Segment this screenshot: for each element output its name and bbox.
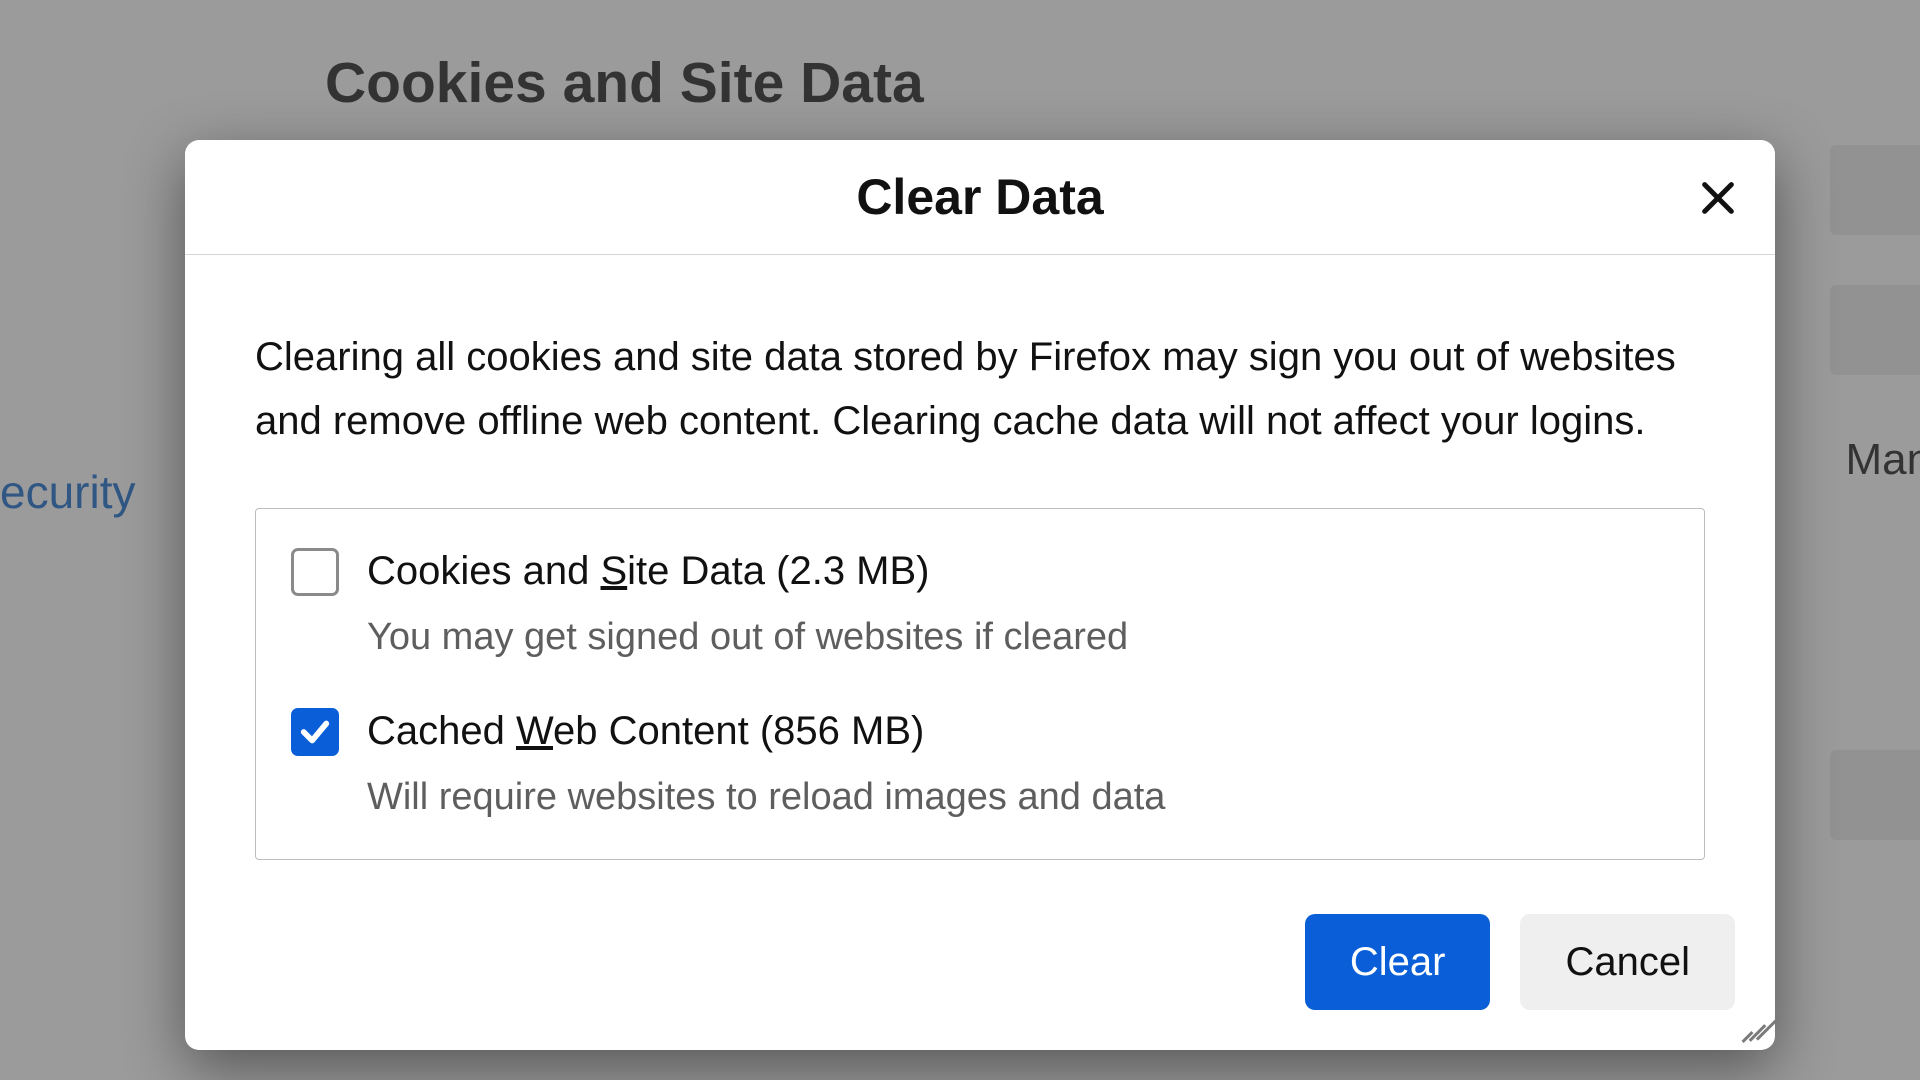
- option-subtext: You may get signed out of websites if cl…: [367, 616, 1669, 659]
- close-icon: [1698, 178, 1738, 218]
- dialog-body: Clearing all cookies and site data store…: [185, 255, 1775, 914]
- dialog-description: Clearing all cookies and site data store…: [255, 325, 1705, 453]
- label-part: Cached: [367, 709, 516, 753]
- mnemonic: S: [600, 549, 627, 593]
- checkbox-cache[interactable]: [291, 708, 339, 756]
- option-text: Cookies and Site Data (2.3 MB) You may g…: [367, 544, 1669, 659]
- options-group: Cookies and Site Data (2.3 MB) You may g…: [255, 508, 1705, 860]
- mnemonic: W: [516, 709, 553, 753]
- option-cookies: Cookies and Site Data (2.3 MB) You may g…: [291, 544, 1669, 659]
- checkmark-icon: [298, 715, 332, 749]
- option-subtext: Will require websites to reload images a…: [367, 776, 1669, 819]
- dialog-footer: Clear Cancel: [185, 914, 1775, 1050]
- resize-grip[interactable]: [1733, 1008, 1769, 1044]
- clear-button[interactable]: Clear: [1305, 914, 1491, 1010]
- option-text: Cached Web Content (856 MB) Will require…: [367, 704, 1669, 819]
- dialog-header: Clear Data: [185, 140, 1775, 255]
- label-part: eb Content (856 MB): [553, 709, 924, 753]
- cancel-button[interactable]: Cancel: [1520, 914, 1735, 1010]
- option-label: Cached Web Content (856 MB): [367, 704, 1669, 758]
- close-button[interactable]: [1690, 170, 1745, 225]
- clear-data-dialog: Clear Data Clearing all cookies and site…: [185, 140, 1775, 1050]
- label-part: ite Data (2.3 MB): [627, 549, 929, 593]
- option-label: Cookies and Site Data (2.3 MB): [367, 544, 1669, 598]
- dialog-title: Clear Data: [856, 168, 1103, 226]
- label-part: Cookies and: [367, 549, 600, 593]
- checkbox-cookies[interactable]: [291, 548, 339, 596]
- option-cache: Cached Web Content (856 MB) Will require…: [291, 704, 1669, 819]
